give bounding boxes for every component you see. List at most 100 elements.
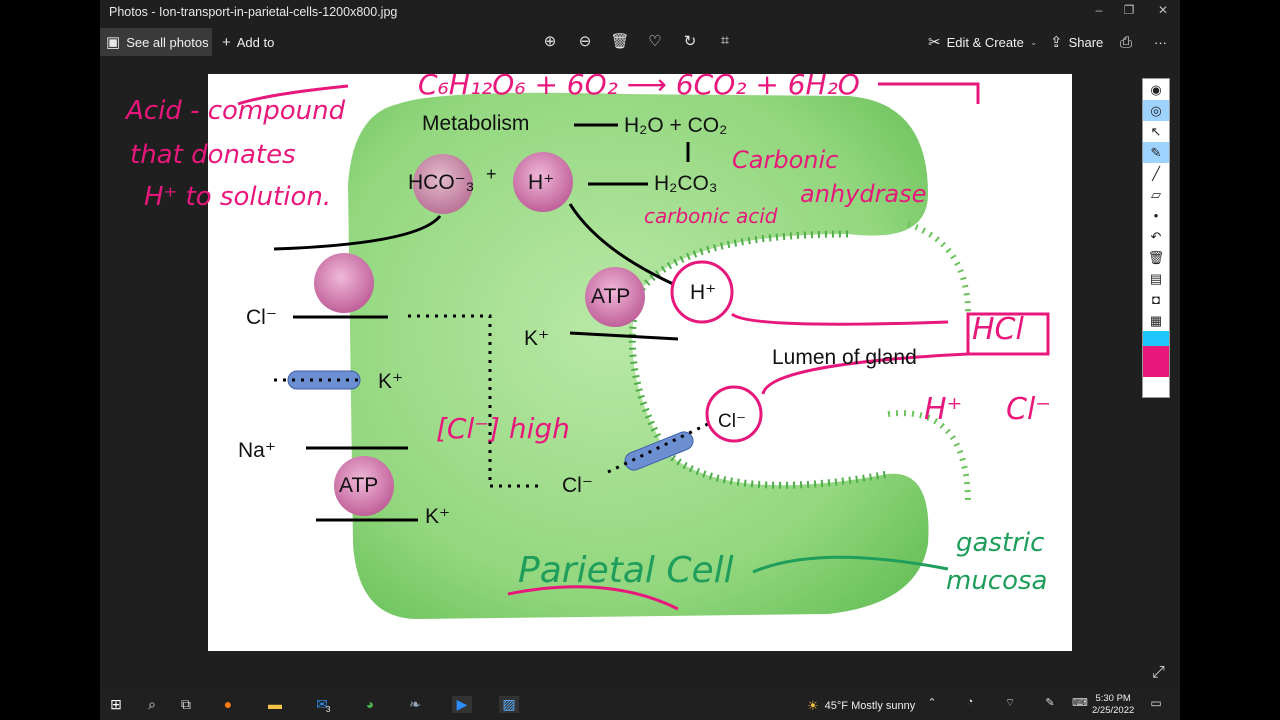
cl-inner-label: Cl⁻ <box>562 474 593 497</box>
photo-canvas: Metabolism H₂O + CO₂ HCO⁻₃ + H⁺ H₂CO₃ AT… <box>126 68 1072 651</box>
acid-def-line3: H⁺ to solution. <box>144 182 332 212</box>
more-button[interactable]: ··· <box>1154 28 1167 56</box>
share-icon: ⇪ <box>1050 33 1063 51</box>
atp-bottom-label: ATP <box>339 474 379 497</box>
cl-high-annotation: [Cl⁻] high <box>436 412 570 445</box>
time: 5:30 PM <box>1095 693 1131 704</box>
parietal-cell-annotation: Parietal Cell <box>518 550 734 591</box>
carbonic-anhydrase-line1: Carbonic <box>732 146 839 174</box>
plus-label: + <box>486 164 497 184</box>
start-icon[interactable]: ⊞ <box>106 696 126 713</box>
h-plus-label: H⁺ <box>528 171 555 194</box>
zoom-out-icon[interactable]: ⊖ <box>575 32 595 50</box>
toolbar: ▣ See all photos + Add to ⊕ ⊖ 🗑 ♡ ↻ ⌗ ✂ … <box>100 24 1180 62</box>
mail-badge: 3 <box>326 705 331 714</box>
equation-annotation: C₆H₁₂O₆ + 6O₂ ⟶ 6CO₂ + 6H₂O <box>418 68 860 101</box>
weather-text: 45°F Mostly sunny <box>824 700 916 712</box>
photos-icon[interactable]: ▨ <box>499 696 519 713</box>
gastric-mucosa-line1: gastric <box>956 528 1045 558</box>
see-all-photos-button[interactable]: ▣ See all photos <box>100 28 212 56</box>
taskbar: ⊞ ⌕ ⧉ ● ▬ ✉ 3 ◕ ❧ ▶ ▨ ☀ 45°F Mostly sunn… <box>100 690 1180 720</box>
minimize-button[interactable]: – <box>1084 3 1114 17</box>
restore-button[interactable]: ❐ <box>1114 3 1144 17</box>
h2co3-label: H₂CO₃ <box>654 172 718 195</box>
undo-icon[interactable]: ↶ <box>1143 226 1169 247</box>
k-plus-bottom-label: K⁺ <box>425 505 451 528</box>
network-icon[interactable]: ◔ <box>960 696 980 708</box>
edit-create-button[interactable]: ✂ Edit & Create ⌄ <box>928 28 1037 56</box>
k-plus-channel-label: K⁺ <box>378 370 404 393</box>
keyboard-icon[interactable]: ⌨ <box>1070 696 1090 709</box>
print-button[interactable]: ⎙ <box>1120 28 1132 56</box>
color-palette-icon[interactable] <box>1143 331 1169 377</box>
see-all-label: See all photos <box>126 34 209 50</box>
zoom-in-icon[interactable]: ⊕ <box>540 32 560 50</box>
eraser-icon[interactable]: ▱ <box>1143 184 1169 205</box>
chevron-up-icon[interactable]: ⌃ <box>922 696 942 709</box>
crop-icon[interactable]: ⌗ <box>715 32 735 50</box>
carbonic-acid-annotation: carbonic acid <box>644 204 778 228</box>
edit-icon: ✂ <box>928 33 941 51</box>
window-title: Photos - Ion-transport-in-parietal-cells… <box>109 5 398 19</box>
chevron-down-icon: ⌄ <box>1029 36 1038 47</box>
zoom-icon[interactable]: ▶ <box>452 696 472 713</box>
metabolism-label: Metabolism <box>422 112 530 135</box>
clock[interactable]: 5:30 PM 2/25/2022 <box>1092 693 1134 717</box>
atp-top-label: ATP <box>591 285 631 308</box>
clipboard-icon[interactable]: ▦ <box>1143 310 1169 331</box>
gastric-mucosa-line2: mucosa <box>946 566 1048 596</box>
plus-icon: + <box>222 33 231 51</box>
share-button[interactable]: ⇪ Share <box>1050 28 1103 56</box>
photo-icon: ▣ <box>106 33 121 51</box>
close-button[interactable]: ✕ <box>1148 3 1178 17</box>
k-plus-in-label: K⁺ <box>524 327 550 350</box>
metabolism-products: H₂O + CO₂ <box>624 114 728 137</box>
camera-icon[interactable]: ◘ <box>1143 289 1169 310</box>
delete-icon[interactable]: 🗑 <box>610 32 630 50</box>
highlighter-icon[interactable]: ✎ <box>1143 142 1169 163</box>
task-view-icon[interactable]: ⧉ <box>176 696 196 713</box>
acid-def-line2: that donates <box>130 140 296 170</box>
pointer-icon[interactable]: ↖ <box>1143 121 1169 142</box>
print-icon: ⎙ <box>1120 33 1133 51</box>
cl-left-label: Cl⁻ <box>246 306 277 329</box>
hco3-label: HCO⁻₃ <box>408 171 475 194</box>
k-channel <box>287 370 361 390</box>
dot-icon[interactable]: • <box>1143 205 1169 226</box>
carrier-ball <box>314 253 374 313</box>
pen-icon[interactable]: ✎ <box>1040 696 1060 709</box>
carbonic-anhydrase-line2: anhydrase <box>800 180 927 208</box>
h-ion-annotation: H⁺ <box>924 392 963 427</box>
cl-lumen-label: Cl⁻ <box>718 411 746 432</box>
date: 2/25/2022 <box>1092 705 1135 716</box>
heart-icon[interactable]: ♡ <box>645 32 665 50</box>
acid-def-line1: Acid - compound <box>126 96 346 126</box>
share-label: Share <box>1068 34 1104 50</box>
search-icon[interactable]: ⌕ <box>142 696 162 713</box>
fullscreen-icon[interactable]: ⤢ <box>1152 664 1165 682</box>
app-icon[interactable]: ❧ <box>405 696 425 713</box>
add-to-label: Add to <box>236 34 275 50</box>
title-bar: Photos - Ion-transport-in-parietal-cells… <box>100 0 1180 24</box>
firefox-icon[interactable]: ● <box>218 696 238 712</box>
cl-ion-annotation: Cl⁻ <box>1006 392 1052 427</box>
eye-icon[interactable]: ◎ <box>1143 100 1169 121</box>
whiteboard-icon[interactable]: ▤ <box>1143 268 1169 289</box>
h-plus-lumen-label: H⁺ <box>690 281 717 304</box>
pen-tip-icon[interactable]: ◉ <box>1143 79 1169 100</box>
chrome-icon[interactable]: ◕ <box>360 696 380 712</box>
lumen-label: Lumen of gland <box>772 346 917 369</box>
line-icon[interactable]: ╱ <box>1143 163 1169 184</box>
image-actions: ⊕ ⊖ 🗑 ♡ ↻ ⌗ <box>540 32 735 50</box>
wifi-icon[interactable]: ⌔ <box>1000 696 1020 710</box>
hcl-annotation: HCl <box>972 312 1024 347</box>
annotation-toolbar: ◉ ◎ ↖ ✎ ╱ ▱ • ↶ 🗑 ▤ ◘ ▦ <box>1142 78 1170 398</box>
notification-icon[interactable]: ▭ <box>1146 696 1166 710</box>
edit-create-label: Edit & Create <box>946 34 1024 50</box>
weather-widget[interactable]: ☀ 45°F Mostly sunny <box>807 698 915 714</box>
rotate-icon[interactable]: ↻ <box>680 32 700 50</box>
sun-icon: ☀ <box>807 698 819 713</box>
trash-icon[interactable]: 🗑 <box>1143 247 1169 268</box>
file-explorer-icon[interactable]: ▬ <box>265 696 285 712</box>
add-to-button[interactable]: + Add to <box>222 28 274 56</box>
